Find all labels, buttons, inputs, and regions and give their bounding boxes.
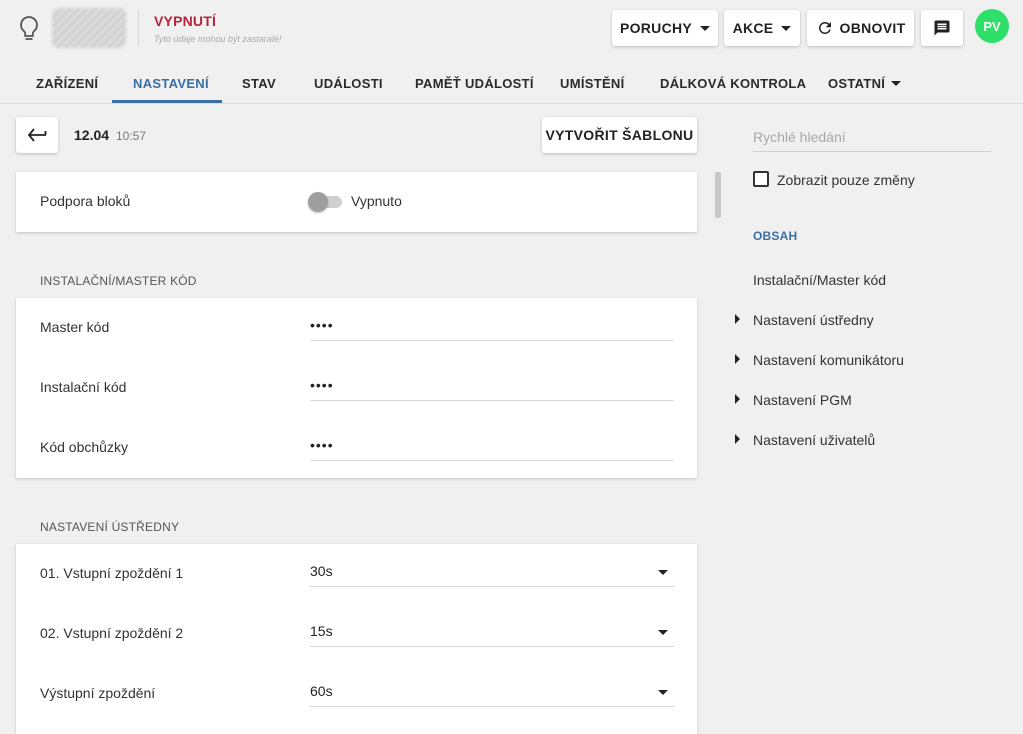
show-changes-label[interactable]: Zobrazit pouze změny <box>777 172 915 188</box>
section-title-codes: INSTALAČNÍ/MASTER KÓD <box>40 274 197 288</box>
bypass-code-label: Kód obchůzky <box>40 439 128 455</box>
tab-settings[interactable]: NASTAVENÍ <box>133 62 209 104</box>
entry-delay-1-value: 30s <box>310 563 333 579</box>
install-code-label: Instalační kód <box>40 379 127 395</box>
status-subtitle: Tyto údaje mohou být zastaralé! <box>154 34 282 44</box>
lightbulb-icon <box>20 16 38 40</box>
tab-location[interactable]: UMÍSTĚNÍ <box>560 62 625 104</box>
tab-bar: ZAŘÍZENÍ NASTAVENÍ STAV UDÁLOSTI PAMĚŤ U… <box>0 62 1023 104</box>
entry-delay-1-select[interactable]: 30s <box>310 561 674 587</box>
entry-delay-1-label: 01. Vstupní zpoždění 1 <box>40 565 184 581</box>
section-title-panel: NASTAVENÍ ÚSTŘEDNY <box>40 520 180 534</box>
active-tab-indicator <box>112 100 222 103</box>
avatar[interactable]: PV <box>975 9 1009 43</box>
toc-item-panel[interactable]: Nastavení ústředny <box>753 312 874 328</box>
master-code-field[interactable]: •••• <box>310 315 674 341</box>
message-icon <box>934 20 950 36</box>
device-name-redacted <box>52 8 126 48</box>
chevron-down-icon <box>891 80 902 86</box>
scrollbar-thumb[interactable] <box>715 172 721 218</box>
toc-item-communicator[interactable]: Nastavení komunikátoru <box>753 352 904 368</box>
dropdown-arrow-icon <box>658 630 668 635</box>
entry-delay-2-value: 15s <box>310 623 333 639</box>
expand-arrow-icon[interactable] <box>735 434 740 444</box>
dropdown-arrow-icon <box>658 570 668 575</box>
status-title: VYPNUTÍ <box>154 13 217 29</box>
block-support-value: Vypnuto <box>351 193 402 209</box>
create-template-button[interactable]: VYTVOŘIT ŠABLONU <box>542 117 697 153</box>
chevron-down-icon <box>700 25 711 31</box>
quick-search <box>753 122 991 152</box>
block-support-label: Podpora bloků <box>40 193 131 209</box>
bypass-code-field[interactable]: •••• <box>310 435 674 461</box>
panel-settings-card: 01. Vstupní zpoždění 1 30s 02. Vstupní z… <box>16 544 697 734</box>
exit-delay-value: 60s <box>310 683 333 699</box>
refresh-icon <box>818 21 831 34</box>
toc-item-codes[interactable]: Instalační/Master kód <box>753 272 886 288</box>
toc-title: OBSAH <box>753 229 798 243</box>
master-code-value: •••• <box>310 317 334 333</box>
back-button[interactable] <box>16 117 58 153</box>
expand-arrow-icon[interactable] <box>735 354 740 364</box>
toc-item-users[interactable]: Nastavení uživatelů <box>753 432 875 448</box>
back-arrow-icon <box>27 128 47 142</box>
faults-button-label: PORUCHY <box>619 20 693 36</box>
tab-remote-control[interactable]: DÁLKOVÁ KONTROLA <box>660 62 806 104</box>
exit-delay-label: Výstupní zpoždění <box>40 685 156 701</box>
tab-state[interactable]: STAV <box>242 62 276 104</box>
install-code-field[interactable]: •••• <box>310 375 674 401</box>
tab-event-memory[interactable]: PAMĚŤ UDÁLOSTÍ <box>415 62 534 104</box>
entry-delay-2-select[interactable]: 15s <box>310 621 674 647</box>
dropdown-arrow-icon <box>658 690 668 695</box>
refresh-button-label: OBNOVIT <box>839 20 906 36</box>
bypass-code-value: •••• <box>310 437 334 453</box>
install-code-value: •••• <box>310 377 334 393</box>
block-support-toggle[interactable] <box>308 192 342 212</box>
actions-button[interactable]: AKCE <box>724 10 800 46</box>
expand-arrow-icon[interactable] <box>735 394 740 404</box>
faults-button[interactable]: PORUCHY <box>612 10 718 46</box>
exit-delay-select[interactable]: 60s <box>310 681 674 707</box>
toc-item-pgm[interactable]: Nastavení PGM <box>753 392 852 408</box>
snapshot-time: 10:57 <box>116 129 147 143</box>
expand-arrow-icon[interactable] <box>735 314 740 324</box>
header-divider <box>138 10 139 46</box>
messages-button[interactable] <box>921 10 963 46</box>
codes-card: Master kód •••• Instalační kód •••• Kód … <box>16 298 697 478</box>
refresh-button[interactable]: OBNOVIT <box>807 10 914 46</box>
chevron-down-icon <box>781 25 792 31</box>
tab-other-label: OSTATNÍ <box>828 75 886 91</box>
tab-other[interactable]: OSTATNÍ <box>828 62 902 104</box>
tab-events[interactable]: UDÁLOSTI <box>314 62 383 104</box>
master-code-label: Master kód <box>40 319 110 335</box>
block-support-card: Podpora bloků Vypnuto <box>16 172 697 232</box>
top-bar: VYPNUTÍ Tyto údaje mohou být zastaralé! … <box>0 0 1023 60</box>
toggle-knob <box>308 192 328 212</box>
actions-button-label: AKCE <box>732 20 774 36</box>
quick-search-input[interactable] <box>753 122 991 151</box>
tab-device[interactable]: ZAŘÍZENÍ <box>36 62 98 104</box>
show-changes-checkbox[interactable] <box>753 171 769 187</box>
snapshot-date: 12.04 <box>74 127 110 143</box>
entry-delay-2-label: 02. Vstupní zpoždění 2 <box>40 625 184 641</box>
